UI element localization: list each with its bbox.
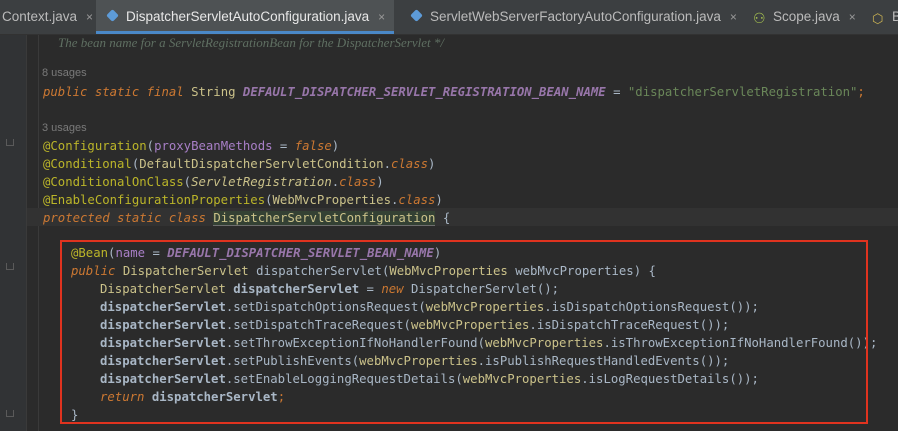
code-editor[interactable]: public static final String DEFAULT_DISPA… xyxy=(0,0,898,422)
code-line: @Configuration(proxyBeanMethods = false) xyxy=(43,139,340,153)
code-line: @Conditional(DefaultDispatcherServletCon… xyxy=(43,157,436,171)
code-line: @EnableConfigurationProperties(WebMvcPro… xyxy=(43,193,443,207)
code-line: @ConditionalOnClass(ServletRegistration.… xyxy=(43,175,384,189)
code-line: public static final String DEFAULT_DISPA… xyxy=(43,85,865,99)
code-line: protected static class DispatcherServlet… xyxy=(43,211,451,226)
highlight-box xyxy=(60,240,868,424)
fold-marker-icon[interactable] xyxy=(6,410,14,417)
